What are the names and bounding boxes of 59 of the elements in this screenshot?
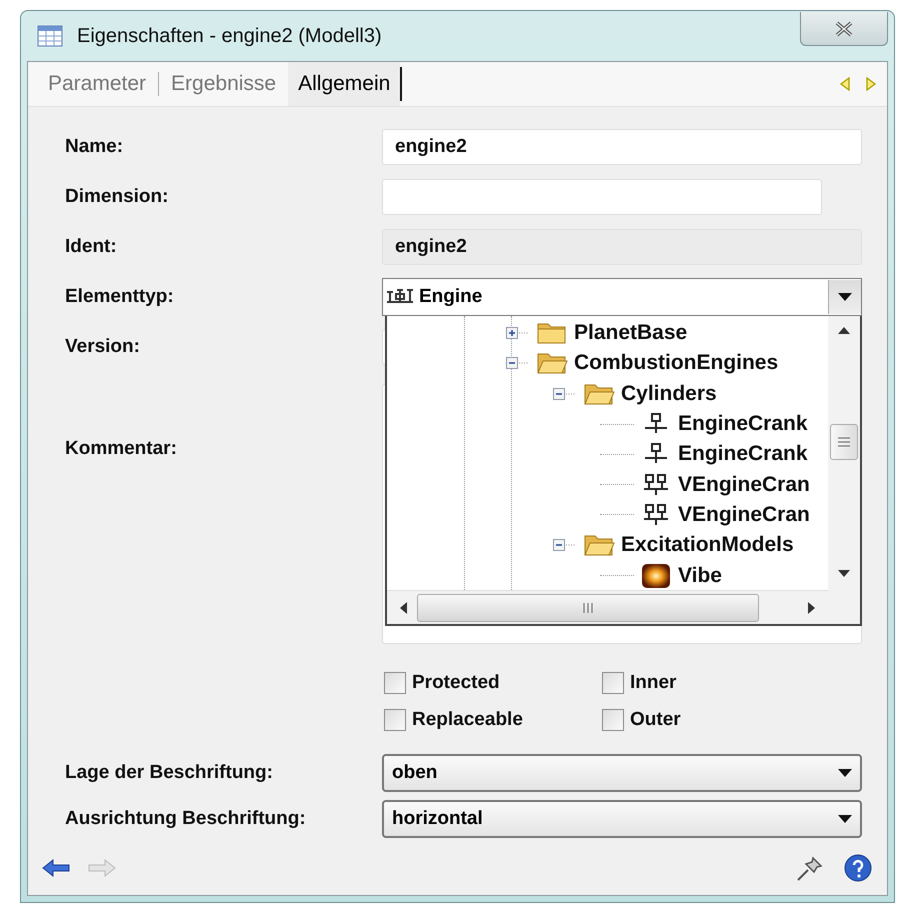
engine-icon — [385, 288, 415, 306]
checkbox-label: Protected — [412, 672, 500, 694]
table-icon — [37, 25, 63, 47]
checkbox[interactable] — [602, 709, 624, 731]
caret-icon — [838, 769, 852, 777]
down-arrow-icon[interactable] — [838, 570, 850, 578]
right-arrow-icon[interactable] — [808, 602, 816, 614]
tree-item[interactable]: PlanetBase — [574, 321, 688, 346]
back-arrow-icon[interactable] — [42, 859, 70, 877]
element-type-dropdown[interactable]: Engine — [382, 278, 862, 316]
up-arrow-icon[interactable] — [838, 326, 850, 334]
expander-icon[interactable] — [506, 326, 530, 340]
caret-icon — [838, 815, 852, 823]
ident-field: engine2 — [382, 229, 862, 265]
name-field[interactable]: engine2 — [382, 129, 862, 165]
flame-icon — [640, 562, 672, 589]
tab[interactable]: Ergebnisse — [167, 62, 280, 106]
open-folder-icon — [536, 351, 568, 376]
vertical-scrollbar[interactable] — [828, 316, 860, 624]
checkbox[interactable] — [602, 672, 624, 694]
open-folder-icon — [583, 382, 615, 406]
checkbox[interactable] — [384, 672, 406, 694]
caret-icon — [838, 293, 852, 301]
tree-item[interactable]: EngineCrank — [678, 442, 808, 466]
dropdown[interactable]: horizontal — [382, 800, 862, 838]
tree-item[interactable]: EngineCrank — [678, 412, 808, 436]
grip-icon — [838, 437, 850, 447]
tree-item[interactable]: Vibe — [678, 564, 722, 588]
tab[interactable]: Allgemein — [288, 62, 400, 106]
help-icon[interactable] — [843, 853, 873, 883]
tree-item[interactable]: ExcitationModels — [621, 533, 794, 558]
field-label: Name: — [64, 136, 124, 158]
checkbox[interactable] — [384, 709, 406, 731]
close-button[interactable] — [800, 12, 888, 46]
open-folder-icon — [583, 533, 615, 558]
field-label: Version: — [64, 336, 141, 358]
tree-item[interactable]: Cylinders — [621, 382, 717, 406]
tree-item[interactable]: CombustionEngines — [574, 351, 778, 376]
field-label: Dimension: — [64, 186, 170, 208]
grip-icon — [583, 602, 593, 612]
dimension-field[interactable] — [382, 179, 822, 215]
folder-icon — [536, 321, 568, 346]
window-title: Eigenschaften - engine2 (Modell3) — [77, 24, 382, 48]
field-label: Ident: — [64, 236, 118, 258]
checkbox-label: Replaceable — [412, 709, 523, 731]
forward-arrow-icon[interactable] — [88, 859, 116, 877]
field-label: Elementtyp: — [64, 286, 175, 308]
tree-item[interactable]: VEngineCran — [678, 502, 810, 527]
dropdown[interactable]: oben — [382, 754, 862, 792]
tree-item[interactable]: VEngineCran — [678, 472, 810, 497]
field-label: Lage der Beschriftung: — [64, 762, 274, 784]
checkbox-label: Outer — [630, 709, 681, 731]
field-label: Ausrichtung Beschriftung: — [64, 808, 307, 830]
left-arrow-icon[interactable] — [399, 602, 407, 614]
close-icon — [833, 20, 855, 36]
checkbox-label: Inner — [630, 672, 676, 694]
tab[interactable]: Parameter — [44, 62, 150, 106]
field-label: Kommentar: — [64, 437, 178, 460]
horizontal-scrollbar[interactable] — [387, 590, 828, 624]
